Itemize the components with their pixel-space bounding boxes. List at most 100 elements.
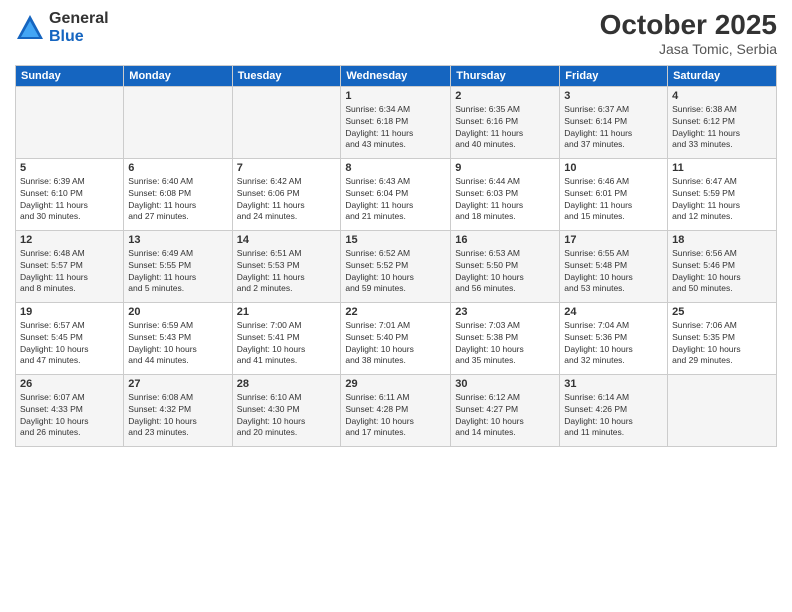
logo-text: General Blue [49, 10, 109, 45]
title-block: October 2025 Jasa Tomic, Serbia [600, 10, 777, 57]
day-info: Sunrise: 7:06 AMSunset: 5:35 PMDaylight:… [672, 320, 772, 368]
table-cell [16, 86, 124, 158]
day-number: 9 [455, 162, 555, 174]
day-info: Sunrise: 6:47 AMSunset: 5:59 PMDaylight:… [672, 176, 772, 224]
day-info: Sunrise: 7:03 AMSunset: 5:38 PMDaylight:… [455, 320, 555, 368]
day-number: 31 [564, 378, 663, 390]
days-header-row: Sunday Monday Tuesday Wednesday Thursday… [16, 65, 777, 86]
day-number: 8 [345, 162, 446, 174]
table-cell [124, 86, 232, 158]
table-cell: 28Sunrise: 6:10 AMSunset: 4:30 PMDayligh… [232, 374, 341, 446]
day-number: 4 [672, 90, 772, 102]
day-info: Sunrise: 6:59 AMSunset: 5:43 PMDaylight:… [128, 320, 227, 368]
table-cell: 20 Sunrise: 6:59 AMSunset: 5:43 PMDayligh… [124, 302, 232, 374]
table-cell: 31 Sunrise: 6:14 AMSunset: 4:26 PMDayligh… [560, 374, 668, 446]
day-number: 23 [455, 306, 555, 318]
day-info: Sunrise: 6:52 AMSunset: 5:52 PMDaylight:… [345, 248, 446, 296]
table-cell: 13 Sunrise: 6:49 AMSunset: 5:55 PMDayligh… [124, 230, 232, 302]
table-cell: 17 Sunrise: 6:55 AMSunset: 5:48 PMDayligh… [560, 230, 668, 302]
day-info: Sunrise: 6:40 AMSunset: 6:08 PMDaylight:… [128, 176, 227, 224]
day-number: 11 [672, 162, 772, 174]
table-cell: 29Sunrise: 6:11 AMSunset: 4:28 PMDayligh… [341, 374, 451, 446]
day-number: 6 [128, 162, 227, 174]
table-cell: 30 Sunrise: 6:12 AMSunset: 4:27 PMDayligh… [451, 374, 560, 446]
header-saturday: Saturday [668, 65, 777, 86]
day-number: 13 [128, 234, 227, 246]
day-number: 20 [128, 306, 227, 318]
day-number: 1 [345, 90, 446, 102]
day-info: Sunrise: 7:00 AMSunset: 5:41 PMDaylight:… [237, 320, 337, 368]
table-cell: 9Sunrise: 6:44 AMSunset: 6:03 PMDaylight… [451, 158, 560, 230]
week-row-5: 26Sunrise: 6:07 AMSunset: 4:33 PMDayligh… [16, 374, 777, 446]
table-cell: 15 Sunrise: 6:52 AMSunset: 5:52 PMDayligh… [341, 230, 451, 302]
header-wednesday: Wednesday [341, 65, 451, 86]
day-info: Sunrise: 6:57 AMSunset: 5:45 PMDaylight:… [20, 320, 119, 368]
table-cell: 25 Sunrise: 7:06 AMSunset: 5:35 PMDayligh… [668, 302, 777, 374]
day-info: Sunrise: 6:51 AMSunset: 5:53 PMDaylight:… [237, 248, 337, 296]
table-cell [232, 86, 341, 158]
week-row-3: 12 Sunrise: 6:48 AMSunset: 5:57 PMDayligh… [16, 230, 777, 302]
table-cell: 10Sunrise: 6:46 AMSunset: 6:01 PMDayligh… [560, 158, 668, 230]
day-number: 17 [564, 234, 663, 246]
day-info: Sunrise: 6:48 AMSunset: 5:57 PMDaylight:… [20, 248, 119, 296]
day-number: 15 [345, 234, 446, 246]
day-info: Sunrise: 6:53 AMSunset: 5:50 PMDaylight:… [455, 248, 555, 296]
table-cell: 21 Sunrise: 7:00 AMSunset: 5:41 PMDayligh… [232, 302, 341, 374]
day-number: 21 [237, 306, 337, 318]
day-info: Sunrise: 6:49 AMSunset: 5:55 PMDaylight:… [128, 248, 227, 296]
day-number: 19 [20, 306, 119, 318]
day-info: Sunrise: 6:38 AMSunset: 6:12 PMDaylight:… [672, 104, 772, 152]
week-row-2: 5Sunrise: 6:39 AMSunset: 6:10 PMDaylight… [16, 158, 777, 230]
table-cell: 4 Sunrise: 6:38 AMSunset: 6:12 PMDaylight… [668, 86, 777, 158]
day-number: 14 [237, 234, 337, 246]
logo-icon [15, 13, 45, 43]
week-row-1: 1 Sunrise: 6:34 AMSunset: 6:18 PMDaylight… [16, 86, 777, 158]
table-cell: 8 Sunrise: 6:43 AMSunset: 6:04 PMDaylight… [341, 158, 451, 230]
calendar: Sunday Monday Tuesday Wednesday Thursday… [15, 65, 777, 447]
day-number: 26 [20, 378, 119, 390]
table-cell: 14 Sunrise: 6:51 AMSunset: 5:53 PMDayligh… [232, 230, 341, 302]
day-info: Sunrise: 7:04 AMSunset: 5:36 PMDaylight:… [564, 320, 663, 368]
table-cell: 2Sunrise: 6:35 AMSunset: 6:16 PMDaylight… [451, 86, 560, 158]
day-number: 16 [455, 234, 555, 246]
table-cell: 6 Sunrise: 6:40 AMSunset: 6:08 PMDaylight… [124, 158, 232, 230]
table-cell: 22 Sunrise: 7:01 AMSunset: 5:40 PMDayligh… [341, 302, 451, 374]
location: Jasa Tomic, Serbia [600, 41, 777, 57]
day-info: Sunrise: 6:39 AMSunset: 6:10 PMDaylight:… [20, 176, 119, 224]
day-number: 25 [672, 306, 772, 318]
header: General Blue October 2025 Jasa Tomic, Se… [15, 10, 777, 57]
table-cell: 12 Sunrise: 6:48 AMSunset: 5:57 PMDayligh… [16, 230, 124, 302]
day-info: Sunrise: 6:42 AMSunset: 6:06 PMDaylight:… [237, 176, 337, 224]
week-row-4: 19 Sunrise: 6:57 AMSunset: 5:45 PMDayligh… [16, 302, 777, 374]
table-cell: 7 Sunrise: 6:42 AMSunset: 6:06 PMDaylight… [232, 158, 341, 230]
day-number: 12 [20, 234, 119, 246]
table-cell: 16 Sunrise: 6:53 AMSunset: 5:50 PMDayligh… [451, 230, 560, 302]
day-info: Sunrise: 6:43 AMSunset: 6:04 PMDaylight:… [345, 176, 446, 224]
header-sunday: Sunday [16, 65, 124, 86]
table-cell: 23 Sunrise: 7:03 AMSunset: 5:38 PMDayligh… [451, 302, 560, 374]
day-info: Sunrise: 6:14 AMSunset: 4:26 PMDaylight:… [564, 392, 663, 440]
header-monday: Monday [124, 65, 232, 86]
day-number: 24 [564, 306, 663, 318]
table-cell: 5Sunrise: 6:39 AMSunset: 6:10 PMDaylight… [16, 158, 124, 230]
day-info: Sunrise: 6:08 AMSunset: 4:32 PMDaylight:… [128, 392, 227, 440]
day-info: Sunrise: 6:12 AMSunset: 4:27 PMDaylight:… [455, 392, 555, 440]
logo-general: General [49, 10, 109, 28]
day-number: 10 [564, 162, 663, 174]
table-cell: 19 Sunrise: 6:57 AMSunset: 5:45 PMDayligh… [16, 302, 124, 374]
page: General Blue October 2025 Jasa Tomic, Se… [0, 0, 792, 612]
day-number: 30 [455, 378, 555, 390]
day-number: 27 [128, 378, 227, 390]
day-info: Sunrise: 6:34 AMSunset: 6:18 PMDaylight:… [345, 104, 446, 152]
day-info: Sunrise: 6:35 AMSunset: 6:16 PMDaylight:… [455, 104, 555, 152]
table-cell: 11 Sunrise: 6:47 AMSunset: 5:59 PMDayligh… [668, 158, 777, 230]
header-friday: Friday [560, 65, 668, 86]
table-cell: 24 Sunrise: 7:04 AMSunset: 5:36 PMDayligh… [560, 302, 668, 374]
day-number: 7 [237, 162, 337, 174]
day-number: 22 [345, 306, 446, 318]
table-cell: 3Sunrise: 6:37 AMSunset: 6:14 PMDaylight… [560, 86, 668, 158]
day-info: Sunrise: 7:01 AMSunset: 5:40 PMDaylight:… [345, 320, 446, 368]
day-number: 29 [345, 378, 446, 390]
month-title: October 2025 [600, 10, 777, 41]
day-info: Sunrise: 6:55 AMSunset: 5:48 PMDaylight:… [564, 248, 663, 296]
